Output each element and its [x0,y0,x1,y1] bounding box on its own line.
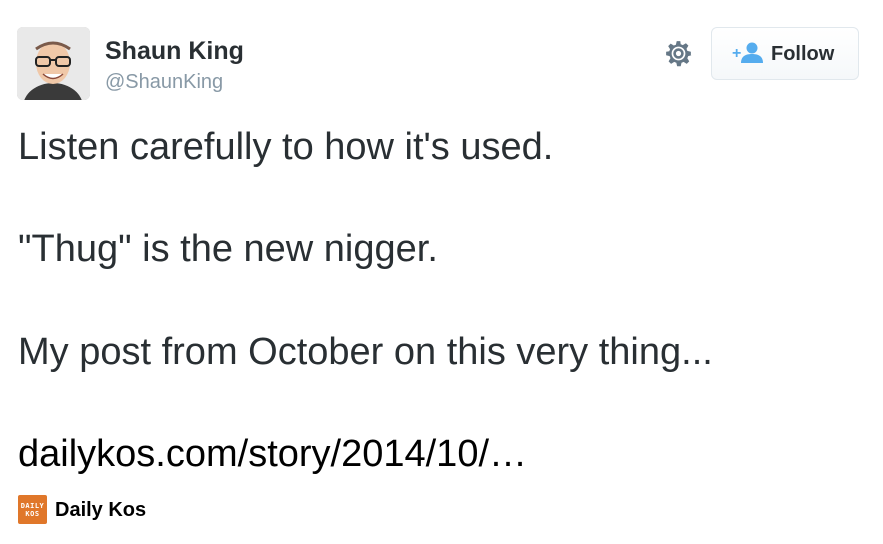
user-avatar-photo [17,27,90,100]
tweet-text-line: Listen carefully to how it's used. [18,126,554,168]
follow-button[interactable]: + Follow [711,27,859,80]
display-name[interactable]: Shaun King [105,36,244,66]
avatar[interactable] [17,27,90,100]
tweet-text-line: My post from October on this very thing.… [18,331,713,373]
logo-text-top: DAILY [20,501,45,510]
user-handle[interactable]: @ShaunKing [105,70,223,94]
tweet-text-line: "Thug" is the new nigger. [18,228,438,270]
follow-label: Follow [771,43,835,65]
daily-kos-logo[interactable]: DAILY KOS [18,495,47,524]
source-name[interactable]: Daily Kos [55,498,146,522]
svg-text:+: + [732,45,741,62]
logo-text-bottom: KOS [25,509,40,518]
tweet-link[interactable]: dailykos.com/story/2014/10/… [18,431,527,477]
add-user-icon: + [732,41,764,65]
gear-icon[interactable] [662,37,695,70]
